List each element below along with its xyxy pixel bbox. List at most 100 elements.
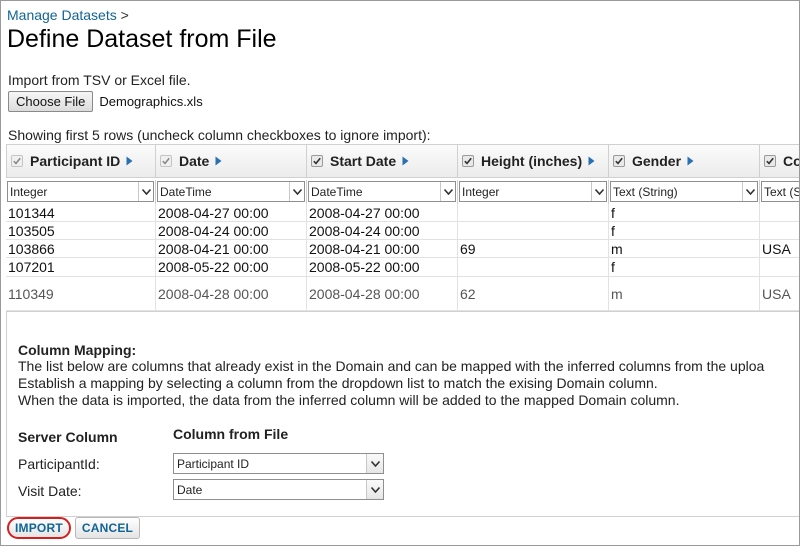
mapping-desc-line: When the data is imported, the data from… — [18, 392, 680, 408]
column-type-value: Integer — [10, 184, 48, 199]
selected-file-name: Demographics.xls — [99, 93, 203, 109]
column-menu-arrow-icon[interactable] — [681, 153, 694, 169]
chevron-down-icon — [289, 182, 304, 201]
table-cell: 2008-05-22 00:00 — [307, 258, 458, 276]
table-cell: 2008-05-22 00:00 — [156, 258, 307, 276]
column-header: Participant ID — [6, 144, 156, 178]
page-title: Define Dataset from File — [7, 25, 277, 53]
chevron-down-icon — [440, 182, 455, 201]
server-column-participantid: ParticipantId: — [18, 456, 100, 472]
table-cell: 2008-04-24 00:00 — [156, 222, 307, 239]
choose-file-button[interactable]: Choose File — [8, 90, 94, 112]
column-menu-arrow-icon[interactable] — [120, 153, 133, 169]
column-include-checkbox[interactable] — [311, 155, 323, 167]
column-menu-arrow-icon[interactable] — [209, 153, 222, 169]
table-cell: USA — [760, 277, 799, 310]
table-cell — [760, 204, 799, 221]
column-header-label: Date — [179, 153, 210, 169]
table-row: 103866 2008-04-21 00:00 2008-04-21 00:00 69… — [6, 240, 799, 258]
table-cell: 2008-04-21 00:00 — [156, 240, 307, 257]
table-cell: 107201 — [6, 258, 156, 276]
file-picker: Choose File Demographics.xls — [8, 90, 203, 112]
column-type-select[interactable]: Text (S — [761, 181, 800, 202]
column-header-row: Participant ID Date Start Date Height (inch… — [6, 144, 800, 178]
table-cell: 110349 — [6, 277, 156, 310]
column-header: Start Date — [307, 144, 458, 178]
column-type-value: Text (S — [764, 184, 800, 199]
table-cell: m — [609, 240, 760, 257]
column-include-checkbox[interactable] — [764, 155, 776, 167]
column-type-cell: Integer — [458, 180, 609, 204]
table-cell — [458, 258, 609, 276]
column-type-select[interactable]: Integer — [459, 181, 607, 202]
column-header: Date — [156, 144, 307, 178]
select-value: Date — [177, 482, 203, 497]
column-type-value: Text (String) — [613, 184, 678, 199]
checkmark-icon — [615, 157, 623, 165]
table-cell: 2008-04-28 00:00 — [156, 277, 307, 310]
import-button[interactable]: IMPORT — [7, 517, 71, 539]
column-mapping-title: Column Mapping: — [18, 342, 137, 358]
column-header-label: Gender — [632, 153, 682, 169]
column-header: Height (inches) — [458, 144, 609, 178]
column-menu-arrow-icon[interactable] — [582, 153, 595, 169]
breadcrumb: Manage Datasets > — [7, 7, 129, 23]
column-type-cell: DateTime — [156, 180, 307, 204]
table-cell: 2008-04-28 00:00 — [307, 277, 458, 310]
table-cell — [458, 222, 609, 239]
table-cell: 2008-04-24 00:00 — [307, 222, 458, 239]
column-header-label: Height (inches) — [481, 153, 583, 169]
server-column-header: Server Column — [18, 429, 118, 445]
chevron-down-icon — [366, 480, 383, 499]
table-cell: USA — [760, 240, 799, 257]
column-type-row: Integer DateTime DateTime Integer Text (Stri… — [6, 180, 800, 204]
column-type-select[interactable]: DateTime — [308, 181, 456, 202]
column-header: Co — [760, 144, 800, 178]
column-type-cell: DateTime — [307, 180, 458, 204]
preview-rows: 101344 2008-04-27 00:00 2008-04-27 00:00 f 1… — [6, 204, 799, 311]
column-type-value: DateTime — [160, 184, 212, 199]
server-column-visit-date: Visit Date: — [18, 483, 82, 499]
table-cell: 2008-04-27 00:00 — [307, 204, 458, 221]
column-type-select[interactable]: DateTime — [157, 181, 305, 202]
participantid-mapping-select[interactable]: Participant ID — [173, 453, 384, 474]
table-cell: 101344 — [6, 204, 156, 221]
cancel-button[interactable]: CANCEL — [74, 517, 141, 539]
table-cell: 62 — [458, 277, 609, 310]
table-cell — [760, 258, 799, 276]
import-instructions: Import from TSV or Excel file. — [8, 72, 191, 88]
table-cell: 69 — [458, 240, 609, 257]
checkmark-icon — [162, 157, 170, 165]
checkmark-icon — [13, 157, 21, 165]
column-header: Gender — [609, 144, 760, 178]
table-row: 103505 2008-04-24 00:00 2008-04-24 00:00 f — [6, 222, 799, 240]
table-cell: f — [609, 204, 760, 221]
visit-date-mapping-select[interactable]: Date — [173, 479, 384, 500]
table-cell: 103866 — [6, 240, 156, 257]
table-row: 107201 2008-05-22 00:00 2008-05-22 00:00 f — [6, 258, 799, 277]
column-header-label: Start Date — [330, 153, 397, 169]
mapping-desc-line: Establish a mapping by selecting a colum… — [18, 375, 658, 391]
column-mapping-description: The list below are columns that already … — [18, 358, 764, 409]
breadcrumb-separator: > — [120, 7, 129, 23]
column-type-select[interactable]: Integer — [7, 181, 154, 202]
column-include-checkbox[interactable] — [462, 155, 474, 167]
column-type-cell: Integer — [6, 180, 156, 204]
breadcrumb-manage-datasets[interactable]: Manage Datasets — [7, 7, 117, 23]
table-cell: 103505 — [6, 222, 156, 239]
column-type-cell: Text (S — [760, 180, 800, 204]
column-include-checkbox[interactable] — [613, 155, 625, 167]
column-header-label: Co — [783, 153, 800, 169]
chevron-down-icon — [591, 182, 606, 201]
table-row: 101344 2008-04-27 00:00 2008-04-27 00:00 f — [6, 204, 799, 222]
table-cell: f — [609, 222, 760, 239]
chevron-down-icon — [742, 182, 757, 201]
column-header-label: Participant ID — [30, 153, 121, 169]
column-type-select[interactable]: Text (String) — [610, 181, 758, 202]
column-type-value: DateTime — [311, 184, 363, 199]
table-cell: f — [609, 258, 760, 276]
preview-caption: Showing first 5 rows (uncheck column che… — [8, 127, 431, 143]
column-type-cell: Text (String) — [609, 180, 760, 204]
table-cell: 2008-04-21 00:00 — [307, 240, 458, 257]
column-menu-arrow-icon[interactable] — [396, 153, 409, 169]
